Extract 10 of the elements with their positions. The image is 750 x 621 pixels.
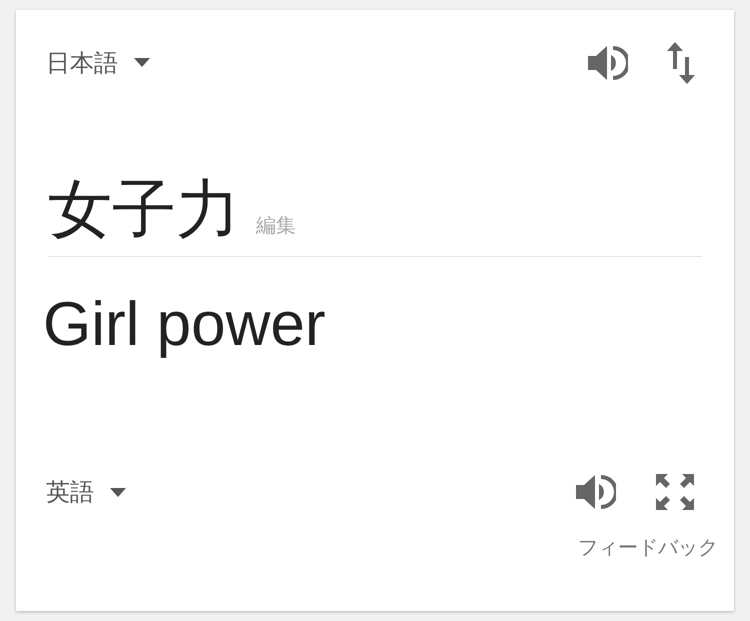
translated-text: Girl power: [43, 294, 327, 356]
language-dropdown[interactable]: 英語: [46, 474, 126, 510]
caret-icon: [110, 488, 126, 496]
feedback-link[interactable]: フィードバック: [578, 532, 718, 562]
caret-icon: [134, 58, 150, 67]
source-text: 女子力: [48, 178, 240, 242]
language-dropdown[interactable]: 日本語: [46, 44, 150, 80]
swap-arrows-icon[interactable]: [666, 42, 696, 84]
speaker-icon[interactable]: [574, 472, 616, 512]
expand-icon[interactable]: [654, 472, 696, 512]
